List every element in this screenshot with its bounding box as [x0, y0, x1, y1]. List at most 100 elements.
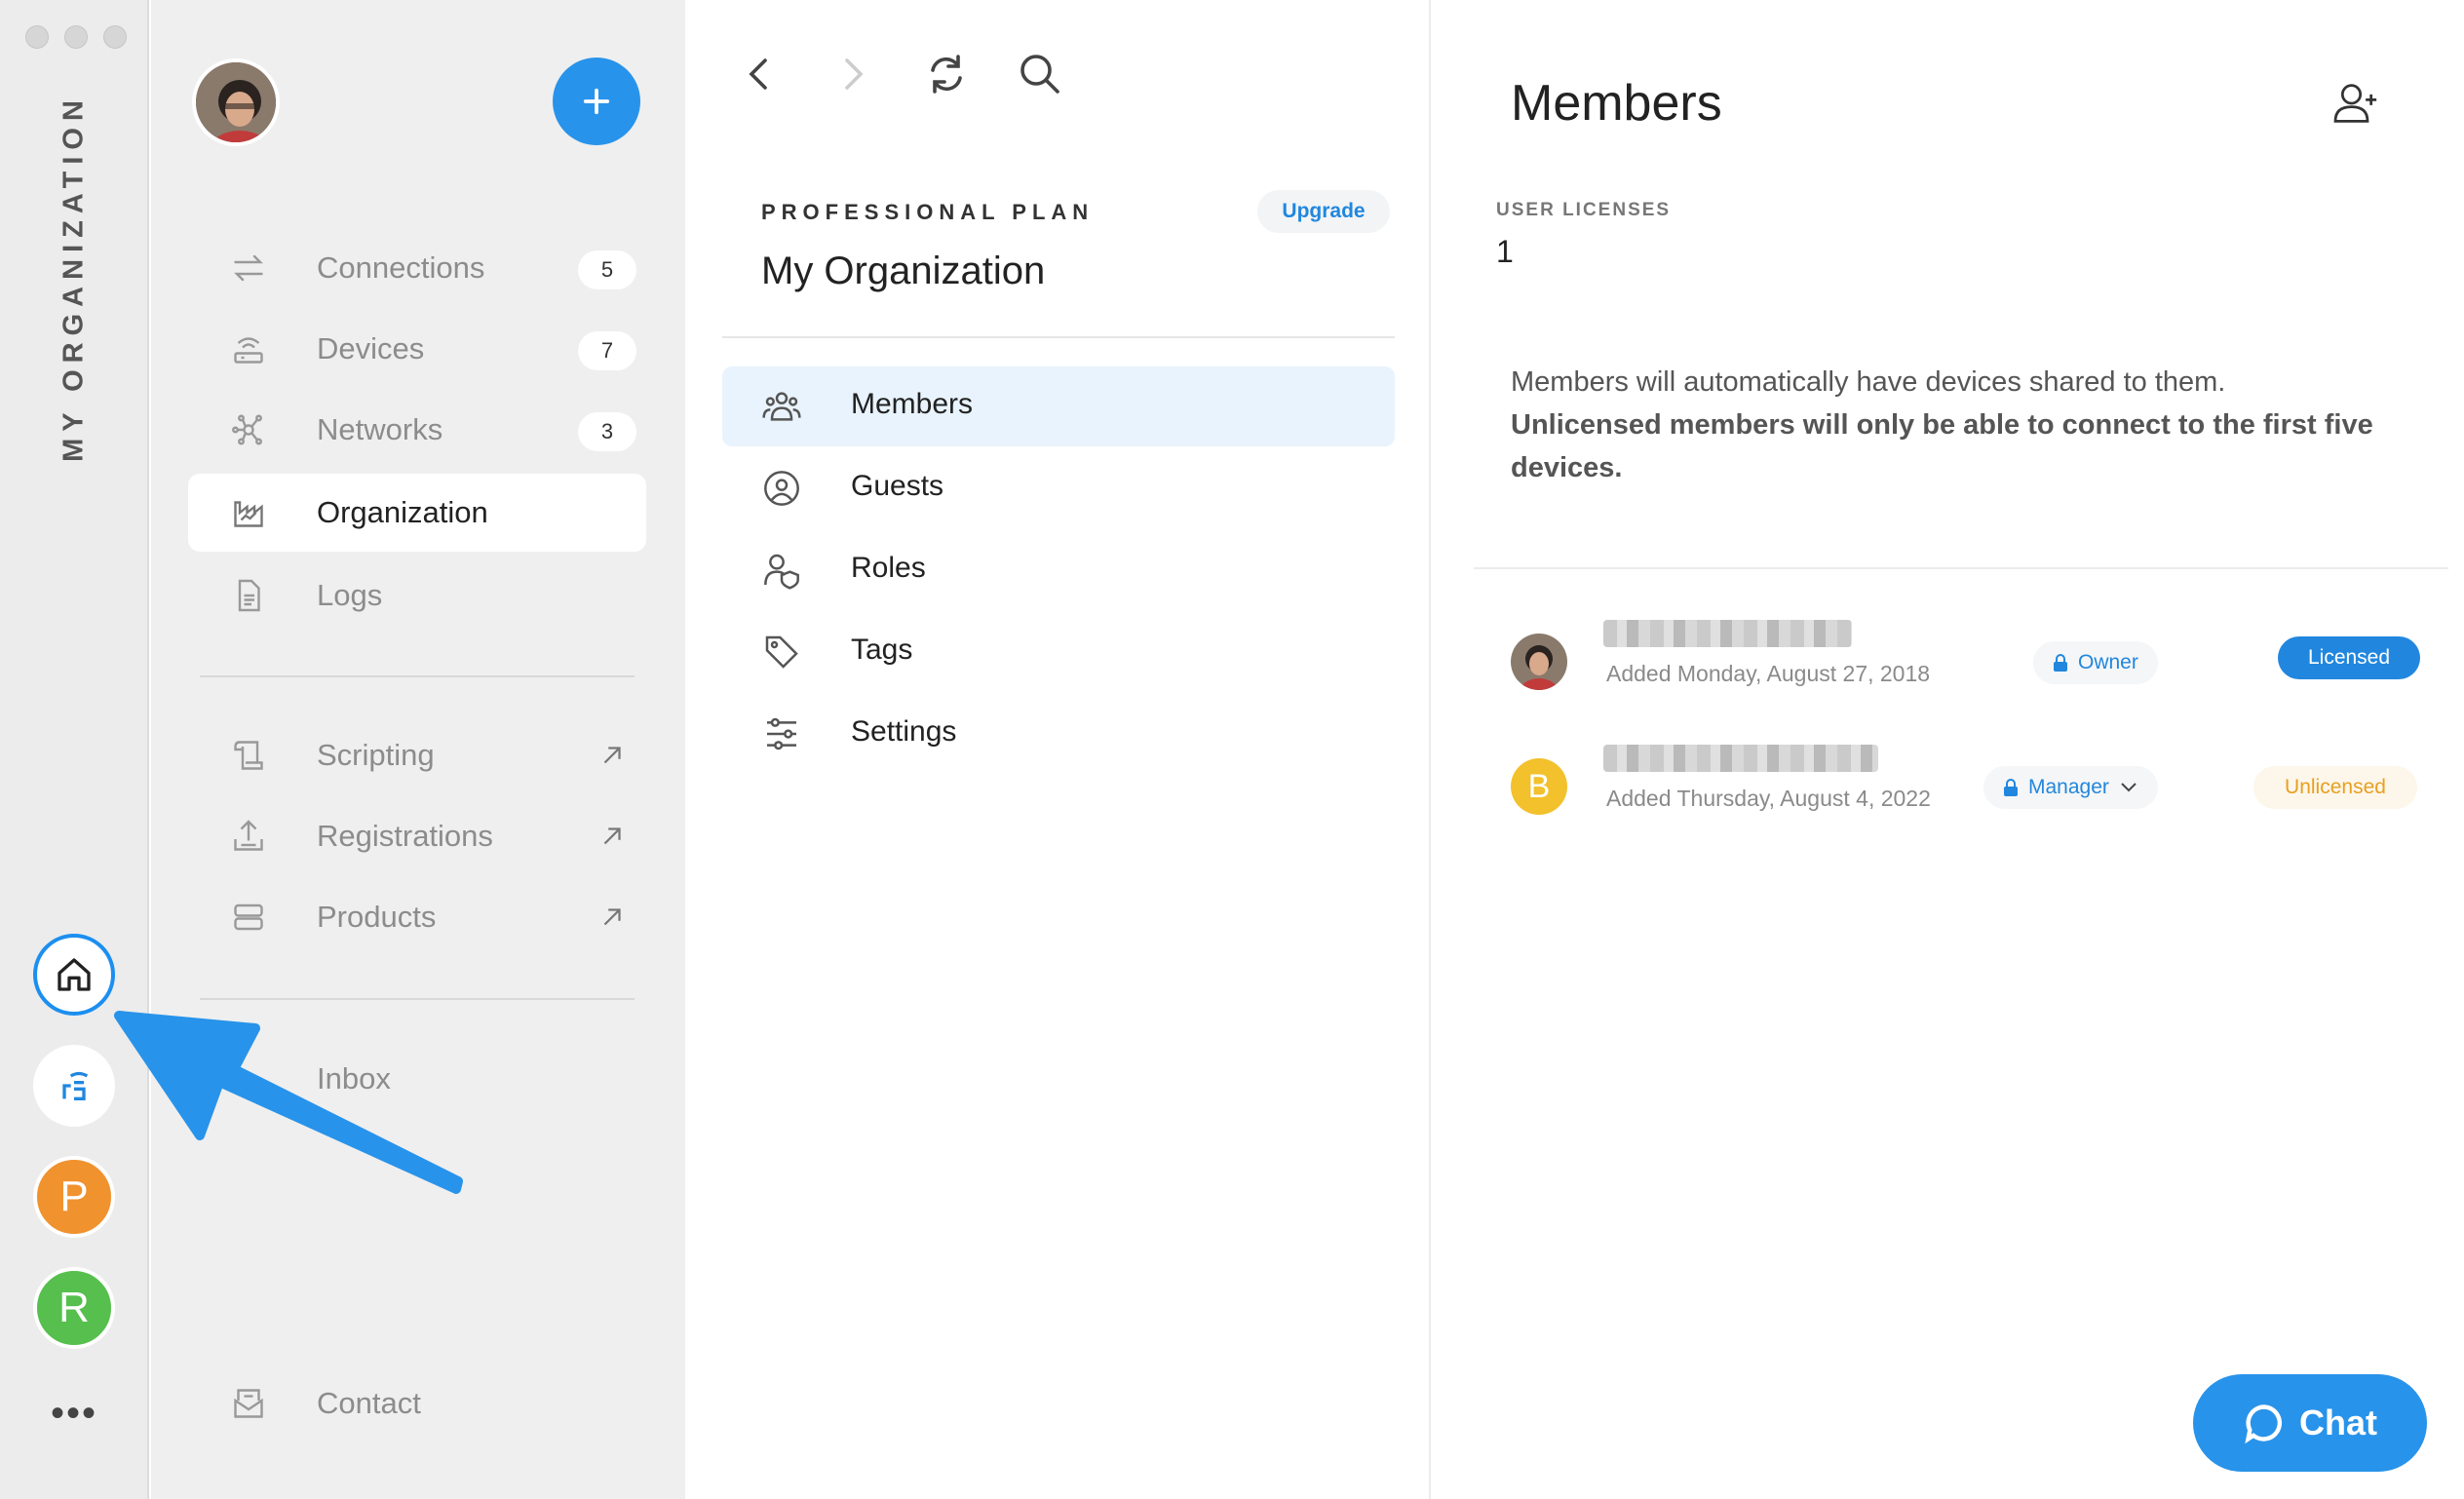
nav-item-label: Networks — [317, 412, 443, 446]
role-label: Manager — [2028, 776, 2109, 798]
nav-item-label: Registrations — [317, 819, 493, 853]
user-licenses-count: 1 — [1496, 234, 1514, 269]
factory-icon — [234, 501, 263, 527]
script-icon — [234, 741, 263, 770]
close-window-button[interactable] — [25, 25, 49, 49]
nav-item-networks[interactable]: Networks 3 — [188, 391, 646, 469]
role-label: Owner — [2078, 651, 2138, 673]
home-button[interactable] — [33, 934, 115, 1016]
role-badge: Owner — [2033, 641, 2158, 684]
chevron-down-icon — [2121, 783, 2137, 792]
member-avatar — [1511, 634, 1567, 690]
nav-item-contact[interactable]: Contact — [188, 1364, 646, 1442]
search-icon[interactable] — [1017, 51, 1063, 97]
count-badge: 7 — [578, 331, 636, 370]
device-account-button[interactable] — [33, 1045, 115, 1127]
minimize-window-button[interactable] — [64, 25, 88, 49]
account-rail: MY ORGANIZATION P R ••• — [0, 0, 149, 1499]
sliders-icon — [767, 717, 796, 750]
contact-envelope-icon — [234, 1389, 263, 1418]
panel-divider — [1474, 567, 2448, 569]
member-name-redacted — [1603, 745, 1878, 772]
license-status-badge: Licensed — [2278, 636, 2420, 679]
nav-divider — [200, 998, 635, 1000]
member-added-date: Added Thursday, August 4, 2022 — [1606, 786, 1931, 811]
account-p-avatar[interactable]: P — [33, 1156, 115, 1238]
count-badge: 3 — [578, 412, 636, 451]
count-badge: 5 — [578, 250, 636, 289]
plan-label: PROFESSIONAL PLAN — [761, 200, 1095, 224]
router-icon — [234, 337, 263, 364]
people-icon — [762, 392, 801, 421]
menu-item-guests[interactable]: Guests — [722, 448, 1395, 528]
members-info-text: Members will automatically have devices … — [1511, 361, 2388, 489]
server-icon — [234, 903, 263, 931]
plus-icon — [583, 88, 610, 115]
user-shield-icon — [764, 554, 799, 590]
user-avatar[interactable] — [192, 58, 280, 146]
member-row[interactable]: Added Monday, August 27, 2018 Owner Lice… — [1511, 614, 2446, 711]
lock-icon — [2054, 654, 2067, 672]
lock-icon — [2004, 779, 2018, 796]
menu-item-tags[interactable]: Tags — [722, 612, 1395, 692]
nav-item-label: Connections — [317, 250, 485, 285]
nav-item-label: Inbox — [317, 1061, 391, 1095]
chat-label: Chat — [2299, 1403, 2377, 1442]
chat-button[interactable]: Chat — [2193, 1374, 2427, 1472]
nav-item-label: Organization — [317, 495, 488, 529]
menu-item-label: Members — [851, 388, 974, 420]
page-title: Members — [1511, 75, 1722, 132]
upgrade-button[interactable]: Upgrade — [1257, 190, 1390, 233]
menu-item-label: Settings — [851, 715, 957, 748]
document-icon — [238, 579, 260, 612]
upload-icon — [234, 820, 263, 851]
zoom-window-button[interactable] — [103, 25, 127, 49]
nav-item-label: Products — [317, 900, 437, 934]
menu-item-settings[interactable]: Settings — [722, 694, 1395, 774]
add-user-icon[interactable] — [2333, 82, 2380, 125]
menu-item-label: Tags — [851, 634, 913, 666]
network-icon — [232, 414, 262, 445]
nav-divider — [200, 675, 635, 677]
nav-item-devices[interactable]: Devices 7 — [188, 310, 646, 388]
refresh-icon[interactable] — [923, 51, 970, 97]
nav-item-registrations[interactable]: Registrations — [188, 797, 646, 875]
external-link-icon — [603, 827, 621, 845]
organization-name: My Organization — [761, 250, 1046, 292]
organization-vertical-title: MY ORGANIZATION — [58, 94, 90, 462]
more-accounts-button[interactable]: ••• — [49, 1394, 99, 1433]
menu-item-members[interactable]: Members — [722, 366, 1395, 446]
wifi-router-icon — [62, 1071, 89, 1100]
role-dropdown[interactable]: Manager — [1983, 766, 2158, 809]
member-name-redacted — [1603, 620, 1852, 647]
panel-divider — [722, 336, 1395, 338]
member-avatar: B — [1511, 758, 1567, 815]
nav-item-connections[interactable]: Connections 5 — [188, 229, 646, 307]
menu-item-label: Roles — [851, 552, 926, 584]
chat-bubble-icon — [2245, 1404, 2283, 1444]
arrows-swap-icon — [234, 254, 263, 282]
tag-icon — [765, 635, 798, 669]
menu-item-roles[interactable]: Roles — [722, 530, 1395, 610]
info-line: Members will automatically have devices … — [1511, 366, 2226, 398]
add-button[interactable] — [553, 58, 640, 145]
member-row[interactable]: B Added Thursday, August 4, 2022 Manager… — [1511, 739, 2446, 836]
nav-item-label: Logs — [317, 578, 383, 612]
license-status-badge: Unlicensed — [2253, 766, 2417, 809]
menu-item-label: Guests — [851, 470, 944, 502]
sidebar-nav: Connections 5 Devices 7 Networks 3 Organ… — [151, 0, 685, 1499]
nav-item-organization[interactable]: Organization — [188, 474, 646, 552]
forward-icon[interactable] — [829, 51, 876, 97]
nav-item-scripting[interactable]: Scripting — [188, 716, 646, 794]
nav-item-products[interactable]: Products — [188, 878, 646, 956]
home-icon — [58, 958, 91, 991]
nav-item-label: Devices — [317, 331, 425, 365]
nav-item-inbox[interactable]: Inbox — [188, 1040, 646, 1118]
user-licenses-label: USER LICENSES — [1496, 200, 1672, 220]
nav-item-label: Scripting — [317, 738, 435, 772]
nav-item-logs[interactable]: Logs — [188, 557, 646, 634]
back-icon[interactable] — [736, 51, 783, 97]
account-r-avatar[interactable]: R — [33, 1267, 115, 1349]
organization-panel: PROFESSIONAL PLAN Upgrade My Organizatio… — [685, 0, 1431, 1499]
external-link-icon — [603, 747, 621, 764]
